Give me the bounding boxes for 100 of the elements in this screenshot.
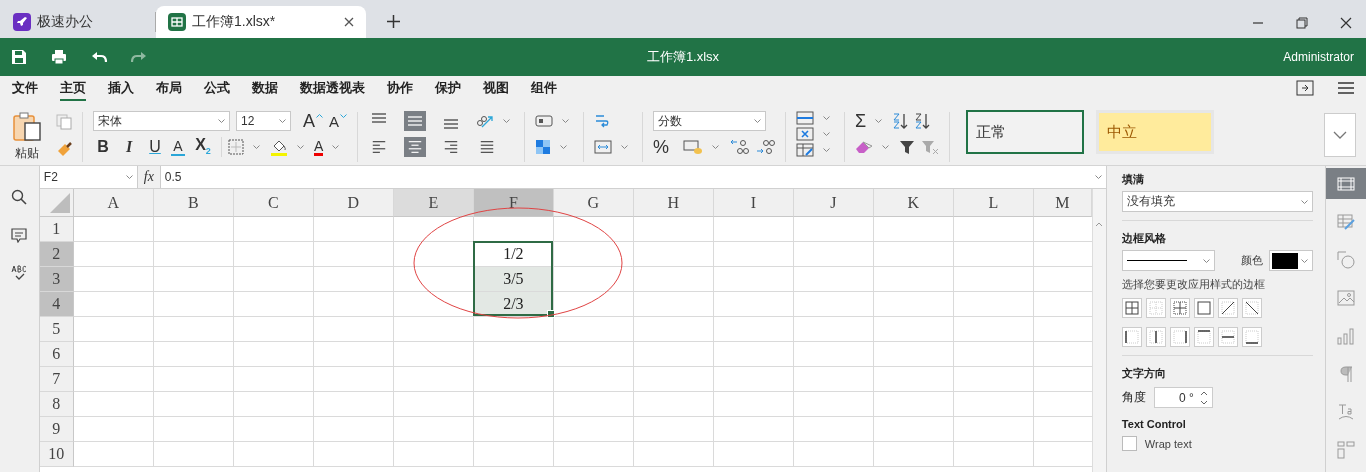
menu-tab[interactable]: 协作 bbox=[387, 77, 413, 101]
sort-ascending-icon[interactable] bbox=[892, 112, 909, 130]
align-middle-button[interactable] bbox=[404, 111, 427, 131]
fill-select[interactable]: 没有填充 bbox=[1121, 191, 1314, 212]
column-header[interactable]: I bbox=[713, 189, 794, 217]
line-style-select[interactable] bbox=[1121, 250, 1215, 271]
sort-descending-icon[interactable] bbox=[914, 112, 931, 130]
row-header[interactable]: 9 bbox=[39, 417, 74, 442]
wrap-text-icon[interactable] bbox=[594, 113, 611, 129]
insert-function-button[interactable]: fx bbox=[137, 166, 161, 188]
row-header[interactable]: 3 bbox=[39, 267, 74, 292]
insert-cells-icon[interactable] bbox=[796, 111, 815, 125]
new-tab-icon[interactable] bbox=[387, 15, 400, 28]
column-header[interactable]: A bbox=[73, 189, 154, 217]
increase-decimal-icon[interactable] bbox=[755, 139, 776, 155]
menu-tab[interactable]: 视图 bbox=[483, 77, 509, 101]
menu-tab[interactable]: 公式 bbox=[204, 77, 230, 101]
cell-style-icon[interactable] bbox=[535, 114, 554, 128]
document-tab[interactable]: 工作簿1.xlsx* bbox=[156, 6, 366, 38]
merge-cells-icon[interactable] bbox=[594, 139, 613, 155]
undo-icon[interactable] bbox=[91, 49, 107, 65]
column-header[interactable]: K bbox=[873, 189, 954, 217]
column-header[interactable]: G bbox=[553, 189, 634, 217]
row-header[interactable]: 2 bbox=[39, 242, 74, 267]
increase-font-button[interactable]: A bbox=[303, 112, 315, 130]
cell-style-preset[interactable]: 中立 bbox=[1096, 110, 1215, 154]
column-header[interactable]: H bbox=[633, 189, 714, 217]
color-select[interactable] bbox=[1269, 250, 1314, 271]
fill-color-icon[interactable] bbox=[270, 138, 288, 156]
border-option-button[interactable] bbox=[1169, 327, 1190, 347]
scroll-up-icon[interactable] bbox=[1095, 221, 1104, 227]
menu-tab[interactable]: 插入 bbox=[108, 77, 134, 101]
row-header[interactable]: 5 bbox=[39, 317, 74, 342]
menu-tab[interactable]: 保护 bbox=[435, 77, 461, 101]
row-header[interactable]: 6 bbox=[39, 342, 74, 367]
column-header[interactable]: M bbox=[1033, 189, 1092, 217]
row-header[interactable]: 10 bbox=[39, 442, 74, 467]
border-option-button[interactable] bbox=[1217, 327, 1238, 347]
column-header[interactable]: B bbox=[153, 189, 234, 217]
number-format-select[interactable]: 分数 bbox=[653, 111, 767, 131]
border-option-button[interactable] bbox=[1241, 298, 1262, 318]
border-option-button[interactable] bbox=[1121, 298, 1142, 318]
menu-tab[interactable]: 组件 bbox=[531, 77, 557, 101]
row-header[interactable]: 7 bbox=[39, 367, 74, 392]
row-header[interactable]: 8 bbox=[39, 392, 74, 417]
cell-style-preset[interactable]: 正常 bbox=[966, 110, 1085, 154]
document-tab[interactable]: 极速办公 bbox=[0, 6, 155, 38]
percent-button[interactable]: % bbox=[653, 138, 670, 156]
formula-input[interactable]: 0.5 bbox=[160, 166, 1106, 188]
restore-icon[interactable] bbox=[1296, 17, 1308, 29]
column-header[interactable]: D bbox=[313, 189, 394, 217]
border-option-button[interactable] bbox=[1217, 298, 1238, 318]
cell-name-box[interactable]: F2 bbox=[39, 166, 138, 188]
comment-icon[interactable] bbox=[11, 227, 28, 243]
eraser-icon[interactable] bbox=[855, 140, 874, 154]
close-icon[interactable] bbox=[344, 17, 354, 27]
column-header[interactable]: C bbox=[233, 189, 314, 217]
paste-button[interactable]: 粘贴 bbox=[12, 110, 42, 162]
decrease-font-button[interactable]: A bbox=[329, 113, 340, 129]
strike-button[interactable]: A bbox=[171, 138, 185, 156]
close-icon[interactable] bbox=[1340, 17, 1352, 29]
italic-button[interactable]: I bbox=[119, 139, 139, 155]
border-option-button[interactable] bbox=[1193, 327, 1214, 347]
open-window-icon[interactable] bbox=[1296, 80, 1314, 96]
spellcheck-icon[interactable] bbox=[11, 265, 28, 281]
menu-tab[interactable]: 主页 bbox=[60, 77, 86, 101]
format-cells-icon[interactable] bbox=[796, 143, 815, 157]
wrap-text-checkbox[interactable] bbox=[1121, 436, 1137, 451]
font-size-select[interactable]: 12 bbox=[236, 111, 291, 131]
menu-tab[interactable]: 数据透视表 bbox=[300, 77, 365, 101]
fill-handle[interactable] bbox=[546, 310, 555, 318]
menu-icon[interactable] bbox=[1338, 82, 1354, 94]
font-color-button[interactable]: A bbox=[314, 138, 324, 156]
row-header[interactable]: 1 bbox=[39, 217, 74, 242]
underline-button[interactable]: U bbox=[145, 139, 165, 155]
format-painter-icon[interactable] bbox=[56, 142, 72, 158]
column-header[interactable]: L bbox=[953, 189, 1034, 217]
column-header[interactable]: F bbox=[473, 189, 554, 217]
save-icon[interactable] bbox=[11, 49, 27, 65]
border-option-button[interactable] bbox=[1145, 327, 1166, 347]
print-icon[interactable] bbox=[51, 49, 67, 65]
border-option-button[interactable] bbox=[1121, 327, 1142, 347]
sum-button[interactable]: Σ bbox=[855, 112, 867, 130]
menu-tab[interactable]: 布局 bbox=[156, 77, 182, 101]
font-select[interactable]: 宋体 bbox=[93, 111, 230, 131]
align-center-button[interactable] bbox=[404, 137, 427, 157]
text-orientation-icon[interactable] bbox=[476, 113, 495, 129]
menu-tab[interactable]: 文件 bbox=[12, 77, 38, 101]
filter-icon[interactable] bbox=[899, 139, 916, 155]
search-icon[interactable] bbox=[11, 189, 28, 205]
subscript-button[interactable]: X$_{2}$ bbox=[191, 137, 215, 157]
conditional-format-icon[interactable] bbox=[535, 139, 552, 155]
angle-spinner[interactable]: 0 ° bbox=[1153, 387, 1213, 408]
column-header[interactable]: J bbox=[793, 189, 874, 217]
cell-settings-tab[interactable] bbox=[1326, 168, 1366, 199]
border-option-button[interactable] bbox=[1241, 327, 1262, 347]
column-header[interactable]: E bbox=[393, 189, 474, 217]
decrease-decimal-icon[interactable] bbox=[729, 139, 750, 155]
menu-tab[interactable]: 数据 bbox=[252, 77, 278, 101]
bold-button[interactable]: B bbox=[93, 139, 113, 155]
